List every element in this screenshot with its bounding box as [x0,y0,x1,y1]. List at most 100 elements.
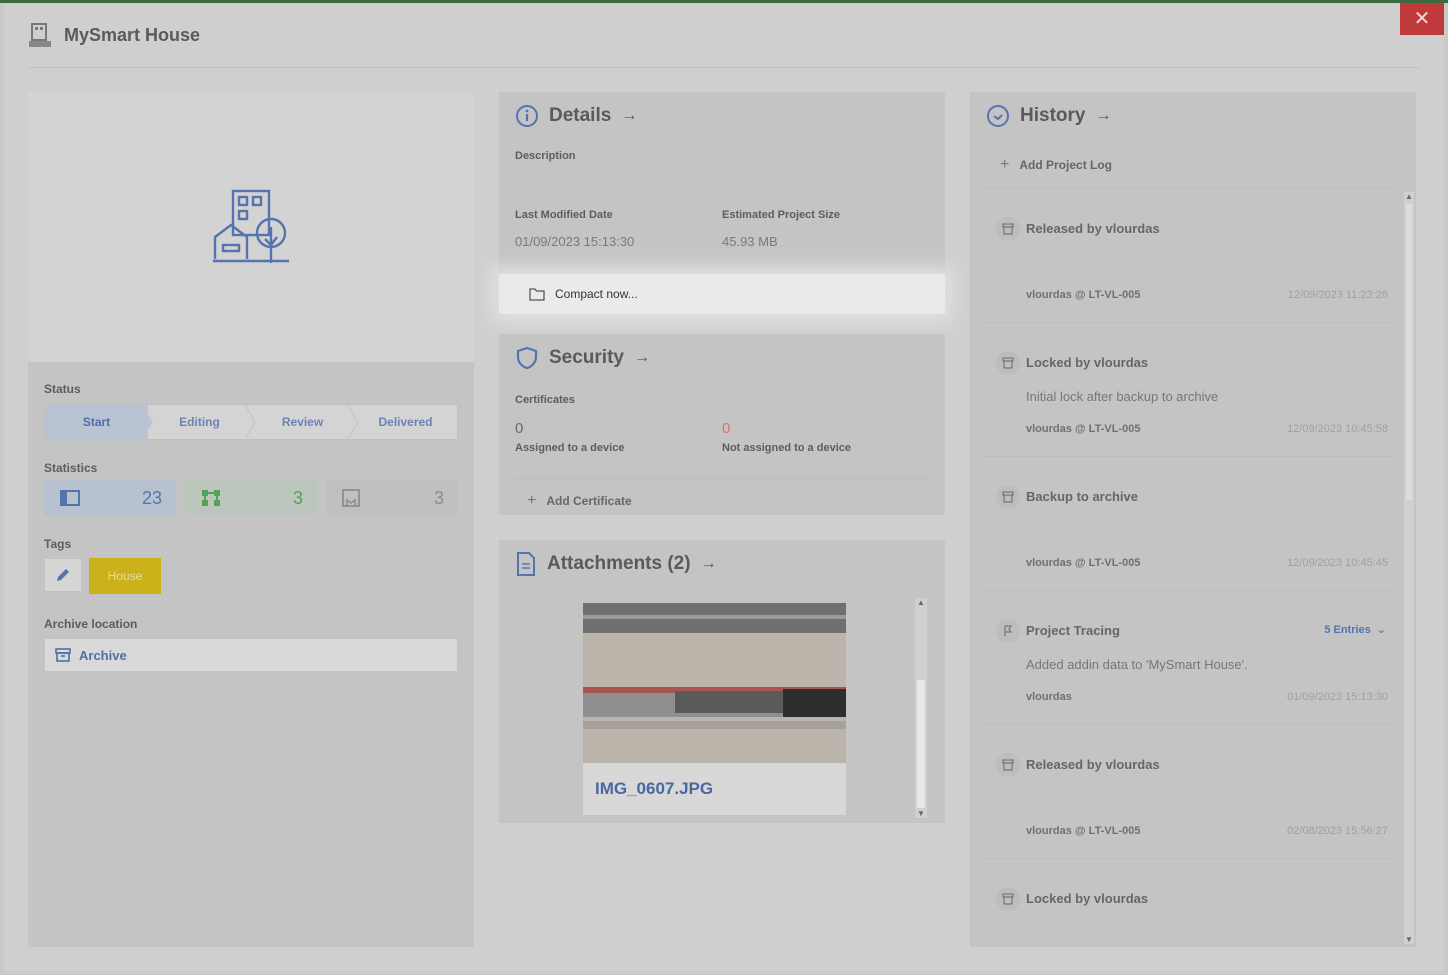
stat-connections[interactable]: 3 [185,480,317,516]
history-entry-time: 12/09/2023 10:45:45 [1287,557,1388,569]
scroll-down-icon[interactable]: ▼ [917,809,925,818]
archive-icon [996,753,1020,777]
attachments-header[interactable]: Attachments (2) → [515,552,717,576]
arrow-right-icon: → [1095,107,1112,124]
divider [515,478,929,479]
archive-location-label: Archive location [44,617,138,631]
entries-dropdown[interactable]: 5 Entries ⌄ [1324,623,1386,637]
tags-label: Tags [44,537,72,551]
project-icon [28,23,52,49]
history-title: History [1020,105,1086,126]
plus-icon: + [1000,156,1010,173]
folder-icon [529,288,545,301]
scroll-up-icon[interactable]: ▲ [917,598,925,607]
add-project-log-label: Add Project Log [1019,158,1113,172]
network-icon [202,490,220,506]
step-editing-label: Editing [179,415,220,429]
archive-location-value: Archive [79,647,127,663]
step-delivered-label: Delivered [378,415,433,429]
history-entry-time: 12/09/2023 10:45:58 [1287,423,1388,435]
history-entry-time: 02/08/2023 15:56:27 [1287,825,1388,837]
history-entry[interactable]: Locked by vlourdas Initial lock after ba… [982,322,1392,452]
shield-icon [516,346,538,370]
history-entry[interactable]: Project Tracing 5 Entries ⌄ Added addin … [982,590,1392,720]
history-entry-user: vlourdas @ LT-VL-005 [1026,825,1141,837]
scroll-down-icon[interactable]: ▼ [1405,935,1413,944]
history-entry-time: 01/09/2023 15:13:30 [1287,691,1388,703]
stat-connections-value: 3 [292,487,303,508]
scrollbar-thumb[interactable] [917,680,925,808]
add-certificate-button[interactable]: + Add Certificate [527,492,632,510]
history-entry-user: vlourdas [1026,691,1072,703]
stat-bookmarks[interactable]: 3 [326,480,458,516]
certificates-label: Certificates [515,394,575,406]
history-entry-title: Backup to archive [1026,489,1138,504]
step-start[interactable]: Start [45,405,153,439]
tag-chip[interactable]: House [89,558,161,594]
edit-tags-button[interactable] [44,558,82,592]
archive-location-field[interactable]: Archive [44,638,458,672]
title-bar: MySmart House ✕ [4,3,1444,67]
step-review-label: Review [281,415,324,429]
project-dialog: MySmart House ✕ Status Start Editing Rev… [4,3,1444,971]
stat-bookmarks-value: 3 [433,487,444,508]
arrow-right-icon: → [621,107,638,124]
history-entry[interactable]: Backup to archive vlourdas @ LT-VL-005 1… [982,456,1392,586]
add-project-log-button[interactable]: + Add Project Log [1000,156,1112,174]
overview-panel: Status Start Editing Review Delivered St… [28,92,474,947]
security-header[interactable]: Security → [515,346,650,370]
close-button[interactable]: ✕ [1400,3,1444,35]
history-header[interactable]: History → [986,104,1111,128]
scroll-up-icon[interactable]: ▲ [1405,192,1413,201]
history-entry-user: vlourdas @ LT-VL-005 [1026,289,1141,301]
status-stepper: Start Editing Review Delivered [44,404,458,440]
panel-icon [60,490,80,506]
history-entry-user: vlourdas @ LT-VL-005 [1026,557,1141,569]
history-scrollbar[interactable]: ▲ ▼ [1404,192,1414,944]
unassigned-count: 0 [722,420,731,437]
step-start-label: Start [82,415,111,429]
assigned-count: 0 [515,420,524,437]
attachment-preview-image [583,603,846,763]
info-icon [516,105,538,127]
history-entry-title: Released by vlourdas [1026,221,1160,236]
security-title: Security [549,347,624,368]
project-size-value: 45.93 MB [722,234,778,249]
compact-now-label: Compact now... [555,287,638,301]
unassigned-label: Not assigned to a device [722,442,851,454]
attachments-scrollbar[interactable]: ▲ ▼ [915,598,927,818]
archive-icon [996,217,1020,241]
window-title: MySmart House [64,25,201,45]
history-entry-title: Locked by vlourdas [1026,355,1149,370]
project-size-label: Estimated Project Size [722,209,840,221]
history-entry[interactable]: Released by vlourdas vlourdas @ LT-VL-00… [982,188,1392,318]
details-header[interactable]: Details → [515,104,637,128]
scrollbar-thumb[interactable] [1406,204,1412,500]
archive-icon [996,485,1020,509]
step-delivered[interactable]: Delivered [354,405,457,439]
attachment-card[interactable]: IMG_0607.JPG [582,602,847,816]
assigned-label: Assigned to a device [515,442,625,454]
compact-now-button[interactable]: Compact now... [499,274,945,314]
chevron-down-icon: ⌄ [1376,624,1386,636]
clock-icon [987,105,1009,127]
attachment-file-name: IMG_0607.JPG [595,779,714,798]
history-entry-title: Released by vlourdas [1026,757,1160,772]
step-review[interactable]: Review [251,405,359,439]
title-divider [28,67,1420,68]
pencil-icon [57,569,69,581]
history-entry-description: Initial lock after backup to archive [1026,389,1219,404]
step-editing[interactable]: Editing [148,405,256,439]
archive-icon [996,351,1020,375]
history-entry[interactable]: Released by vlourdas vlourdas @ LT-VL-00… [982,724,1392,854]
stat-panels[interactable]: 23 [44,480,176,516]
history-entry-description: Added addin data to 'MySmart House'. [1026,657,1248,672]
project-thumbnail [28,92,474,362]
bookmark-icon [342,489,360,507]
archive-box-icon [55,648,71,662]
history-entry[interactable]: Locked by vlourdas [982,858,1392,943]
add-certificate-label: Add Certificate [546,494,632,508]
description-label: Description [515,150,576,162]
attachments-title: Attachments (2) [547,553,691,574]
attachments-card: Attachments (2) → IMG_0607.JPG ▲ ▼ [499,540,945,823]
